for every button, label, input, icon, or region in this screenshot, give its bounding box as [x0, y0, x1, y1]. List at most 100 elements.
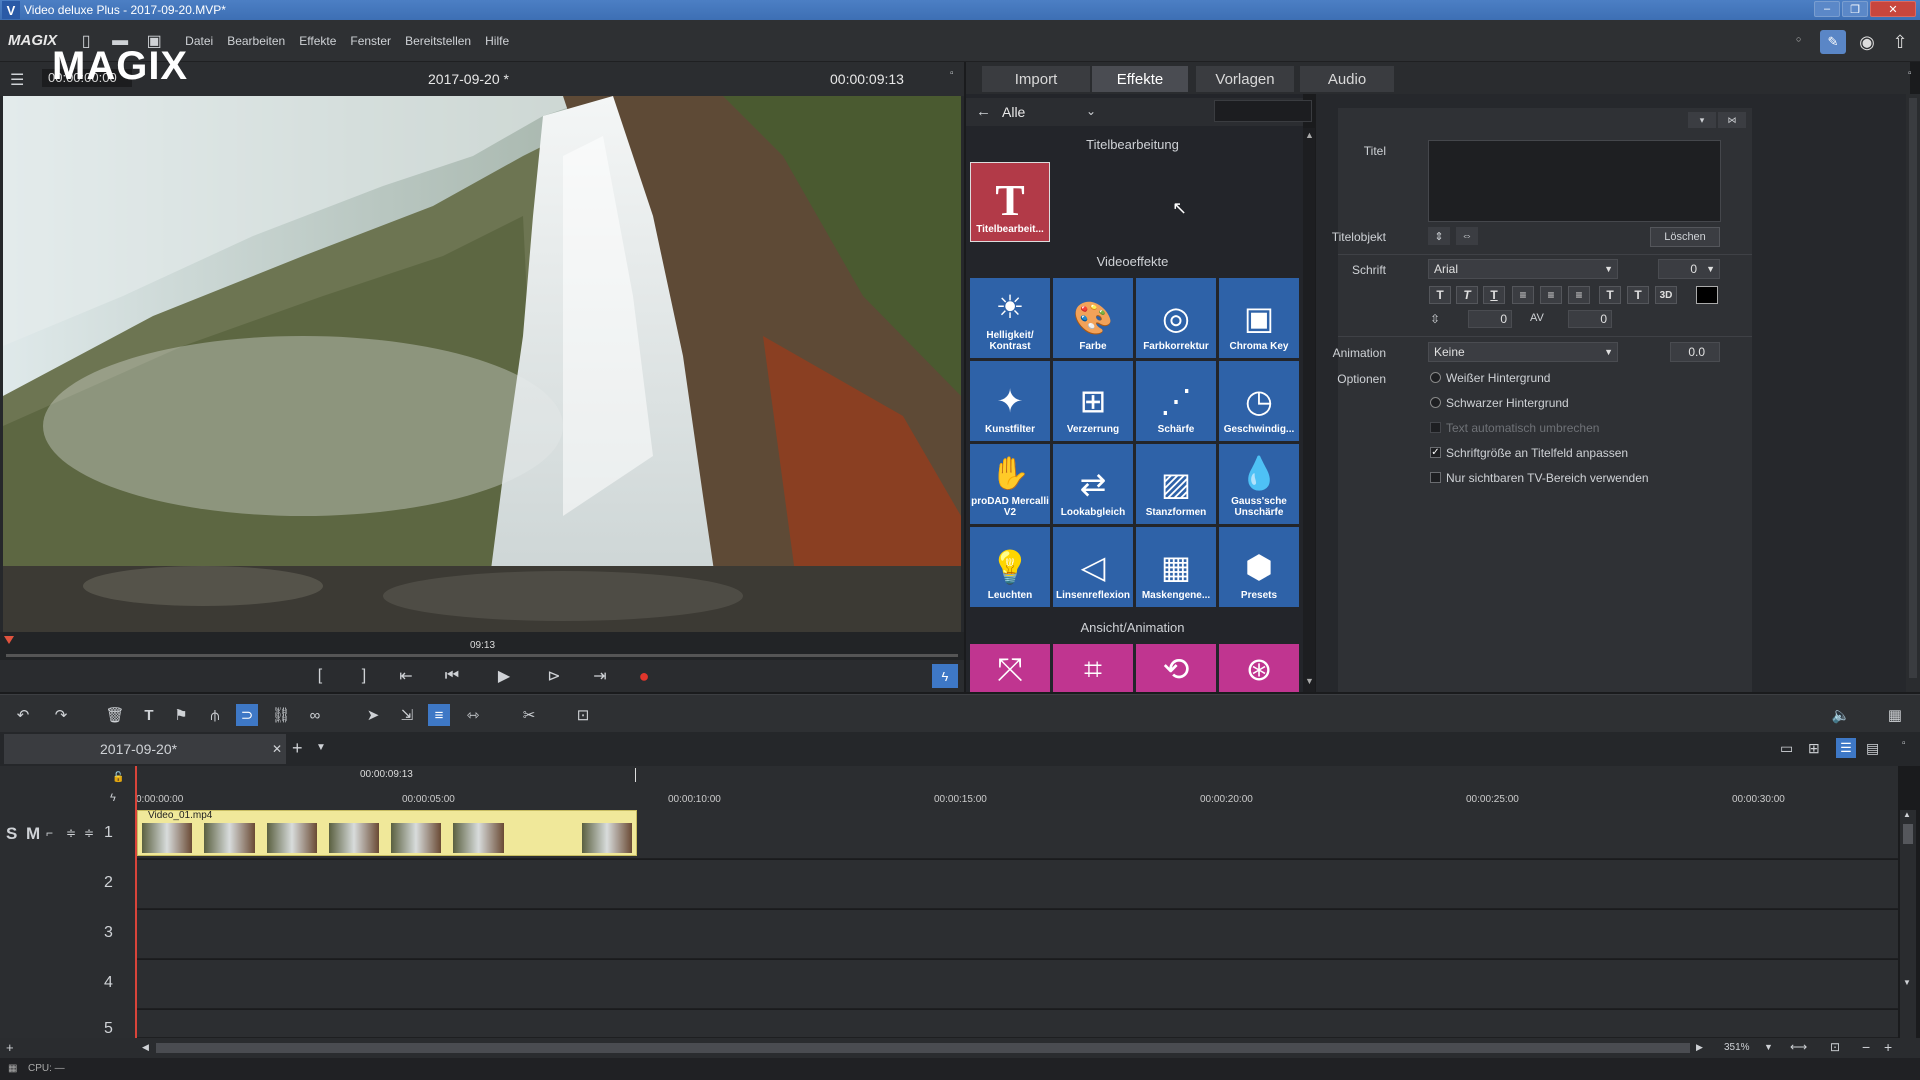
effect-tile[interactable]: ◎ Farbkorrektur — [1136, 278, 1216, 358]
go-to-end-icon[interactable]: ⇥ — [586, 664, 614, 688]
mixer-icon[interactable]: ▦ — [1884, 704, 1906, 726]
effect-tile[interactable]: ⇄ Lookabgleich — [1053, 444, 1133, 524]
menu-fenster[interactable]: Fenster — [350, 34, 391, 48]
scroll-up-icon[interactable]: ▲ — [1903, 810, 1911, 819]
radio-schwarzer-hintergrund[interactable] — [1430, 397, 1441, 408]
animation-tile[interactable]: ⌗ — [1053, 644, 1133, 692]
edit-mode-icon[interactable]: ≡ — [428, 704, 450, 726]
upload-icon[interactable]: ⇧ — [1888, 30, 1912, 54]
timeline-track[interactable] — [136, 860, 1898, 909]
go-to-start-icon[interactable]: ⇤ — [392, 664, 420, 688]
effect-tile[interactable]: 💧 Gauss'sche Unschärfe — [1219, 444, 1299, 524]
zoom-in-icon[interactable]: + — [1884, 1039, 1892, 1055]
align-left-icon[interactable]: ≡ — [1512, 286, 1534, 304]
effect-tile[interactable]: ⋰ Schärfe — [1136, 361, 1216, 441]
check-schriftgroesse[interactable]: ✓ — [1430, 447, 1441, 458]
titel-textarea[interactable] — [1428, 140, 1721, 222]
effects-search-input[interactable] — [1214, 100, 1312, 122]
project-tab[interactable]: 2017-09-20* ✕ — [4, 734, 286, 764]
titelobjekt-horizontal-icon[interactable]: ⇔ — [1456, 227, 1478, 245]
tab-vorlagen[interactable]: Vorlagen — [1196, 66, 1294, 92]
volume-icon[interactable]: 🔈 — [1830, 704, 1852, 726]
timeline-track[interactable] — [136, 960, 1898, 1009]
scroll-thumb[interactable] — [1909, 98, 1917, 678]
filter-dropdown[interactable]: Alle — [1002, 104, 1025, 120]
hamburger-menu-icon[interactable]: ☰ — [10, 70, 24, 90]
scrub-bar[interactable]: 09:13 — [0, 632, 964, 660]
effect-tile[interactable]: ◁ Linsenreflexion — [1053, 527, 1133, 607]
effect-tile[interactable]: 💡 Leuchten — [970, 527, 1050, 607]
scroll-up-icon[interactable]: ▲ — [1305, 130, 1314, 140]
zoom-selection-icon[interactable]: ⊡ — [1830, 1040, 1840, 1054]
effect-tile[interactable]: ▨ Stanzformen — [1136, 444, 1216, 524]
next-marker-icon[interactable]: ⊳ — [540, 664, 568, 688]
previous-icon[interactable]: ⏮ — [438, 664, 466, 688]
record-icon[interactable]: ● — [630, 664, 658, 688]
animation-number[interactable]: 0.0 — [1670, 342, 1720, 362]
effect-tile[interactable]: ✋ proDAD Mercalli V2 — [970, 444, 1050, 524]
effect-tile[interactable]: ✦ Kunstfilter — [970, 361, 1050, 441]
close-button[interactable]: ✕ — [1870, 1, 1916, 17]
tab-import[interactable]: Import — [982, 66, 1090, 92]
snap-icon[interactable]: ϟ — [110, 792, 116, 804]
delete-icon[interactable]: 🗑 — [104, 704, 126, 726]
tab-audio[interactable]: Audio — [1300, 66, 1394, 92]
effect-tile[interactable]: ⊞ Verzerrung — [1053, 361, 1133, 441]
zoom-level[interactable]: 351% — [1724, 1042, 1750, 1053]
maximize-preview-icon[interactable]: ▫ — [950, 68, 954, 79]
redo-icon[interactable]: ↷ — [50, 704, 72, 726]
effect-tile[interactable]: ▦ Maskengene... — [1136, 527, 1216, 607]
tile-titelbearbeitung[interactable]: T Titelbearbeit... — [970, 162, 1050, 242]
scroll-left-icon[interactable]: ◀ — [142, 1042, 149, 1053]
select-mode-icon[interactable]: ⇲ — [396, 704, 418, 726]
scroll-down-icon[interactable]: ▼ — [1305, 676, 1314, 686]
animation-tile[interactable]: ⊛ — [1219, 644, 1299, 692]
menu-hilfe[interactable]: Hilfe — [485, 34, 509, 48]
view-timeline-icon[interactable]: ☰ — [1836, 738, 1856, 758]
mark-out-button[interactable]: ] — [350, 664, 378, 688]
title-icon[interactable]: T — [138, 704, 160, 726]
align-center-icon[interactable]: ≡ — [1540, 286, 1562, 304]
font-select[interactable]: Arial ▼ — [1428, 259, 1618, 279]
effect-tile[interactable]: ⬢ Presets — [1219, 527, 1299, 607]
lightning-icon[interactable]: ϟ — [932, 664, 958, 688]
timeline-track[interactable] — [136, 1010, 1898, 1038]
restore-button[interactable]: ❐ — [1842, 1, 1868, 17]
settings-circle-icon[interactable]: ◉ — [1855, 30, 1879, 54]
timeline-playhead[interactable] — [135, 766, 137, 1038]
pointer-icon[interactable]: ➤ — [362, 704, 384, 726]
close-tab-icon[interactable]: ✕ — [272, 742, 282, 756]
menu-bereitstellen[interactable]: Bereitstellen — [405, 34, 471, 48]
video-clip[interactable]: Video_01.mp4 — [137, 810, 637, 856]
animation-tile[interactable]: ⤧ — [970, 644, 1050, 692]
titelobjekt-vertical-icon[interactable]: ⇕ — [1428, 227, 1450, 245]
track-expand-icon[interactable]: ≑ — [66, 826, 76, 840]
undo-icon[interactable]: ↶ — [12, 704, 34, 726]
3d-icon[interactable]: 3D — [1655, 286, 1677, 304]
panel-dropdown-icon[interactable]: ▾ — [1688, 112, 1716, 128]
line-spacing-input[interactable]: 0 — [1468, 310, 1512, 328]
shadow-icon[interactable]: T — [1627, 286, 1649, 304]
scroll-thumb[interactable] — [1903, 824, 1913, 844]
maximize-panel-icon[interactable]: ▫ — [1908, 68, 1912, 79]
playhead-marker-icon[interactable] — [4, 636, 14, 644]
mute-button[interactable]: M — [26, 824, 40, 844]
track-height-icon[interactable]: ≑ — [84, 826, 94, 840]
cut-icon[interactable]: ✂ — [518, 704, 540, 726]
zoom-out-icon[interactable]: − — [1862, 1039, 1870, 1055]
menu-datei[interactable]: Datei — [185, 34, 213, 48]
loeschen-button[interactable]: Löschen — [1650, 227, 1720, 247]
timeline-track[interactable] — [136, 910, 1898, 959]
timeline-ruler[interactable]: 00:00:09:13 0:00:00:00 00:00:05:00 00:00:1… — [136, 766, 1898, 810]
check-tv-bereich[interactable] — [1430, 472, 1441, 483]
lock-icon[interactable]: 🔓 — [112, 772, 124, 783]
italic-icon[interactable]: T — [1456, 286, 1478, 304]
play-icon[interactable]: ▶ — [490, 664, 518, 688]
tab-effekte[interactable]: Effekte — [1092, 66, 1188, 92]
link-icon[interactable]: ⛓ — [270, 704, 292, 726]
loop-icon[interactable]: ⊃ — [236, 704, 258, 726]
minimize-button[interactable]: – — [1814, 1, 1840, 17]
add-track-icon[interactable]: + — [6, 1040, 14, 1055]
unlink-icon[interactable]: ∞ — [304, 704, 326, 726]
zoom-dropdown-icon[interactable]: ▼ — [1764, 1042, 1773, 1052]
